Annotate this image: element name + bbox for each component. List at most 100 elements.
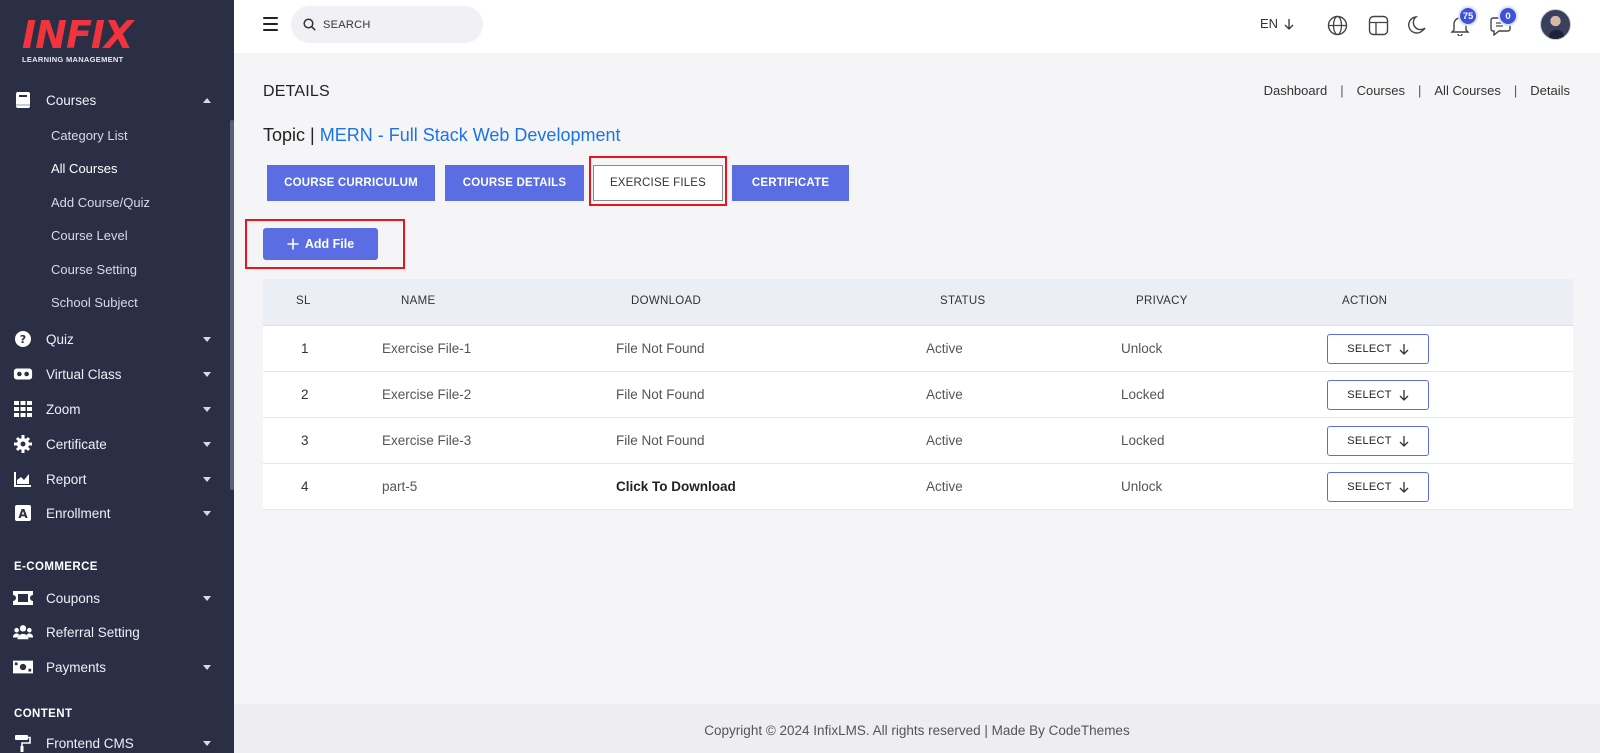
- topbar: SEARCH EN 75 0: [234, 0, 1600, 53]
- tab-course-curriculum[interactable]: COURSE CURRICULUM: [267, 165, 435, 201]
- tab-certificate[interactable]: CERTIFICATE: [732, 165, 849, 201]
- gear-badge-icon: [13, 434, 33, 454]
- language-select[interactable]: EN: [1260, 16, 1294, 31]
- select-action-button[interactable]: SELECT: [1327, 426, 1429, 456]
- cell-sl: 3: [301, 433, 309, 448]
- sidebar-item-quiz[interactable]: ? Quiz: [0, 322, 230, 356]
- select-action-button[interactable]: SELECT: [1327, 380, 1429, 410]
- sidebar-subitem-all-courses[interactable]: All Courses: [51, 161, 117, 176]
- paint-roller-icon: [13, 733, 33, 753]
- breadcrumb-courses[interactable]: Courses: [1357, 83, 1405, 98]
- cell-status: Active: [926, 433, 963, 448]
- select-label: SELECT: [1347, 481, 1392, 493]
- select-label: SELECT: [1347, 389, 1392, 401]
- topic-link[interactable]: MERN - Full Stack Web Development: [320, 125, 621, 145]
- chevron-down-icon: [203, 740, 211, 746]
- cell-name: Exercise File-2: [382, 387, 472, 402]
- vr-icon: [13, 364, 33, 384]
- sidebar-item-coupons[interactable]: Coupons: [0, 581, 230, 615]
- sidebar-item-label: Payments: [46, 659, 107, 675]
- globe-icon[interactable]: [1325, 13, 1349, 37]
- column-header-download: DOWNLOAD: [631, 295, 702, 307]
- sidebar-item-certificate[interactable]: Certificate: [0, 427, 230, 461]
- breadcrumb-details: Details: [1530, 83, 1570, 98]
- column-header-sl: SL: [296, 295, 311, 307]
- cell-status: Active: [926, 341, 963, 356]
- cell-status: Active: [926, 387, 963, 402]
- sidebar-item-label: Zoom: [46, 401, 81, 417]
- chevron-down-icon: [203, 595, 211, 601]
- sidebar-subitem-course-setting[interactable]: Course Setting: [51, 262, 137, 277]
- sidebar-item-label: Certificate: [46, 436, 107, 452]
- breadcrumb-separator: |: [1418, 83, 1422, 98]
- table-row: 2 Exercise File-2 File Not Found Active …: [263, 372, 1573, 418]
- sidebar-subitem-category-list[interactable]: Category List: [51, 128, 128, 143]
- sidebar-item-referral-setting[interactable]: Referral Setting: [0, 615, 230, 649]
- sidebar-scrollbar[interactable]: [230, 120, 234, 490]
- sidebar-item-label: Referral Setting: [46, 624, 140, 640]
- sidebar-item-payments[interactable]: Payments: [0, 650, 230, 684]
- select-action-button[interactable]: SELECT: [1327, 334, 1429, 364]
- logo-subtitle: LEARNING MANAGEMENT: [22, 55, 124, 64]
- sidebar-item-enrollment[interactable]: A Enrollment: [0, 496, 230, 530]
- chart-icon: [13, 469, 33, 489]
- column-header-status: STATUS: [940, 295, 986, 307]
- cell-download: File Not Found: [616, 387, 705, 402]
- moon-icon[interactable]: [1406, 13, 1430, 37]
- sidebar-subitem-school-subject[interactable]: School Subject: [51, 295, 138, 310]
- sidebar-item-zoom[interactable]: Zoom: [0, 392, 230, 426]
- chevron-down-icon: [203, 406, 211, 412]
- cell-status: Active: [926, 479, 963, 494]
- cell-privacy: Unlock: [1121, 479, 1163, 494]
- sidebar-subitem-course-level[interactable]: Course Level: [51, 228, 128, 243]
- sidebar-item-frontend-cms[interactable]: Frontend CMS: [0, 726, 230, 753]
- svg-text:A: A: [18, 507, 28, 521]
- breadcrumb-all-courses[interactable]: All Courses: [1434, 83, 1500, 98]
- avatar[interactable]: [1540, 9, 1571, 40]
- topic-heading: Topic | MERN - Full Stack Web Developmen…: [263, 125, 620, 146]
- book-icon: [13, 90, 33, 110]
- chevron-up-icon: [203, 97, 211, 103]
- sidebar-item-report[interactable]: Report: [0, 462, 230, 496]
- breadcrumb-dashboard[interactable]: Dashboard: [1264, 83, 1328, 98]
- select-label: SELECT: [1347, 343, 1392, 355]
- logo[interactable]: INFIX LEARNING MANAGEMENT: [22, 13, 133, 64]
- sidebar-item-label: Quiz: [46, 331, 74, 347]
- cell-name: Exercise File-1: [382, 341, 472, 356]
- sidebar-item-label: Report: [46, 471, 87, 487]
- notification-badge: 75: [1458, 6, 1478, 26]
- layout-icon[interactable]: [1366, 13, 1390, 37]
- chevron-down-icon: [203, 510, 211, 516]
- users-icon: [13, 622, 33, 642]
- cell-name: part-5: [382, 479, 418, 494]
- tab-course-details[interactable]: COURSE DETAILS: [445, 165, 584, 201]
- sidebar-subitem-add-course[interactable]: Add Course/Quiz: [51, 195, 150, 210]
- chevron-down-icon: [203, 336, 211, 342]
- chevron-down-icon: [203, 371, 211, 377]
- select-action-button[interactable]: SELECT: [1327, 472, 1429, 502]
- footer: Copyright © 2024 InfixLMS. All rights re…: [234, 704, 1600, 753]
- breadcrumb: Dashboard | Courses | All Courses | Deta…: [1264, 83, 1570, 98]
- search-placeholder: SEARCH: [323, 19, 371, 31]
- breadcrumb-separator: |: [1513, 83, 1518, 98]
- sidebar-item-virtual-class[interactable]: Virtual Class: [0, 357, 230, 391]
- chevron-down-icon: [203, 664, 211, 670]
- arrow-down-icon: [1284, 18, 1294, 30]
- menu-icon[interactable]: [263, 17, 278, 31]
- cell-download: File Not Found: [616, 433, 705, 448]
- column-header-privacy: PRIVACY: [1136, 295, 1188, 307]
- cell-name: Exercise File-3: [382, 433, 472, 448]
- message-badge: 0: [1498, 6, 1518, 26]
- language-label: EN: [1260, 16, 1279, 31]
- search-input[interactable]: SEARCH: [291, 6, 483, 43]
- download-link[interactable]: Click To Download: [616, 479, 736, 494]
- sidebar-item-courses[interactable]: Courses: [0, 83, 230, 117]
- column-header-action: ACTION: [1342, 295, 1388, 307]
- section-title-content: CONTENT: [14, 708, 73, 720]
- logo-text: INFIX: [22, 13, 133, 57]
- highlight-box-add-file: [245, 219, 405, 269]
- sidebar: INFIX LEARNING MANAGEMENT Courses Catego…: [0, 0, 234, 753]
- sidebar-item-label: Enrollment: [46, 505, 111, 521]
- cell-download: File Not Found: [616, 341, 705, 356]
- highlight-box-tab: [589, 156, 727, 206]
